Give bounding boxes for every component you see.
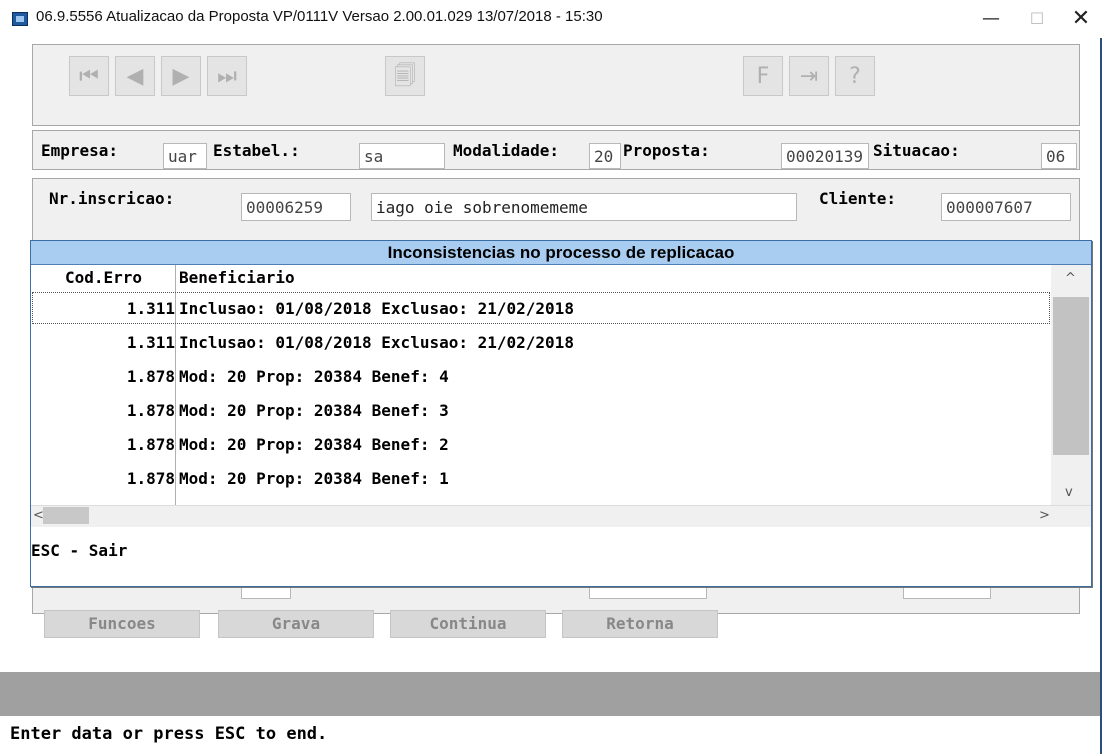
table-row[interactable]: 1.878 Mod: 20 Prop: 20384 Benef: 4 (31, 359, 1051, 393)
exit-icon[interactable]: ⇥ (789, 56, 829, 96)
proposta-label: Proposta: (623, 141, 710, 160)
modalidade-label: Modalidade: (453, 141, 559, 160)
beneficiario-cell: Inclusao: 01/08/2018 Exclusao: 21/02/201… (179, 299, 574, 318)
minimize-button[interactable]: — (968, 2, 1014, 36)
beneficiario-cell: Mod: 20 Prop: 20384 Benef: 1 (179, 469, 449, 488)
next-record-icon[interactable]: ▶ (161, 56, 201, 96)
cliente-field[interactable]: 000007607 (941, 193, 1071, 221)
beneficiario-cell: Inclusao: 01/08/2018 Exclusao: 21/02/201… (179, 333, 574, 352)
retorna-button[interactable]: Retorna (562, 610, 718, 638)
funcoes-button[interactable]: Funcoes (44, 610, 200, 638)
grava-button[interactable]: Grava (218, 610, 374, 638)
beneficiario-cell: Mod: 20 Prop: 20384 Benef: 4 (179, 367, 449, 386)
scroll-right-icon[interactable]: > (1039, 508, 1050, 523)
cod-erro-cell: 1.878 (126, 367, 175, 386)
last-record-icon[interactable]: ⏭ (207, 56, 247, 96)
message-area (0, 672, 1100, 716)
status-message: Enter data or press ESC to end. (10, 724, 328, 744)
horizontal-scroll-thumb[interactable] (43, 507, 89, 524)
nr-inscricao-field[interactable]: 00006259 (241, 193, 351, 221)
situacao-label: Situacao: (873, 141, 960, 160)
beneficiario-cell: Mod: 20 Prop: 20384 Benef: 2 (179, 435, 449, 454)
dialog-title: Inconsistencias no processo de replicaca… (31, 241, 1091, 265)
toolbar: ⏮ ◀ ▶ ⏭ 🗐 F ⇥ ? (32, 44, 1080, 126)
first-record-icon[interactable]: ⏮ (69, 56, 109, 96)
table-row[interactable]: 1.878 Mod: 20 Prop: 20384 Benef: 3 (31, 393, 1051, 427)
copy-record-icon[interactable]: 🗐 (385, 56, 425, 96)
modalidade-field[interactable]: 20 (589, 143, 621, 169)
cod-erro-cell: 1.311 (126, 333, 175, 352)
estabel-label: Estabel.: (213, 141, 300, 160)
vertical-scroll-thumb[interactable] (1053, 297, 1089, 455)
continua-button[interactable]: Continua (390, 610, 546, 638)
nr-inscricao-label: Nr.inscricao: (49, 189, 175, 208)
empresa-field[interactable]: uar (163, 143, 207, 169)
esc-hint: ESC - Sair (31, 541, 128, 560)
scroll-down-icon[interactable]: v (1065, 485, 1073, 500)
cod-erro-cell: 1.878 (126, 401, 175, 420)
close-button[interactable]: ✕ (1058, 2, 1104, 36)
scroll-up-icon[interactable]: ^ (1065, 271, 1076, 286)
col-header-cod-erro[interactable]: Cod.Erro (65, 268, 142, 287)
table-row[interactable]: 1.311 Inclusao: 01/08/2018 Exclusao: 21/… (31, 325, 1051, 359)
help-icon[interactable]: ? (835, 56, 875, 96)
table-row[interactable]: 1.878 Mod: 20 Prop: 20384 Benef: 2 (31, 427, 1051, 461)
proposta-field[interactable]: 00020139 (781, 143, 869, 169)
table-row[interactable]: 1.311 Inclusao: 01/08/2018 Exclusao: 21/… (31, 291, 1051, 325)
cod-erro-cell: 1.878 (126, 469, 175, 488)
function-icon[interactable]: F (743, 56, 783, 96)
window-edge (1100, 38, 1102, 754)
cliente-label: Cliente: (819, 189, 897, 208)
window-title: 06.9.5556 Atualizacao da Proposta VP/011… (36, 8, 603, 25)
situacao-field[interactable]: 06 (1041, 143, 1077, 169)
nome-field[interactable]: iago oie sobrenomememe (371, 193, 797, 221)
beneficiario-cell: Mod: 20 Prop: 20384 Benef: 3 (179, 401, 449, 420)
app-icon (12, 12, 28, 26)
hidden-field-1[interactable] (241, 587, 291, 599)
estabel-field[interactable]: sa (359, 143, 445, 169)
hidden-field-2[interactable] (589, 587, 707, 599)
cod-erro-cell: 1.311 (126, 299, 175, 318)
previous-record-icon[interactable]: ◀ (115, 56, 155, 96)
horizontal-scrollbar[interactable] (31, 505, 1091, 527)
table-row[interactable]: 1.878 Mod: 20 Prop: 20384 Benef: 1 (31, 461, 1051, 495)
hidden-field-3[interactable] (903, 587, 991, 599)
header-form: Empresa: uar Estabel.: sa Modalidade: 20… (32, 130, 1080, 170)
maximize-button[interactable]: ☐ (1014, 2, 1060, 36)
col-header-beneficiario[interactable]: Beneficiario (179, 268, 295, 287)
empresa-label: Empresa: (41, 141, 119, 160)
grid-header: Cod.Erro Beneficiario (31, 265, 1091, 291)
inconsistencies-dialog: Inconsistencias no processo de replicaca… (30, 240, 1092, 587)
cod-erro-cell: 1.878 (126, 435, 175, 454)
